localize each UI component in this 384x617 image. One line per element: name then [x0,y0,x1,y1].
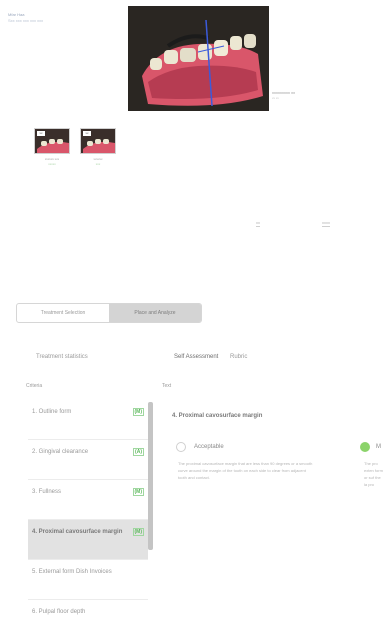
segment-treatment-selection[interactable]: Treatment Selection [17,304,109,322]
thumbnail-1[interactable]: xx [34,128,70,154]
criteria-item-name: 5. External form Dish Invoices [32,569,112,575]
criteria-detail-title: 4. Proximal cavosurface margin [172,413,263,419]
small-link-2[interactable]: xxxx [322,220,330,227]
thumbnail-2-badge: xx [83,131,91,136]
text-column-header: Text [162,383,172,389]
criteria-item[interactable]: 2. Gingival clearance (A) [28,440,148,480]
tooth-model-render [128,6,269,111]
criteria-item-name: 6. Pulpal floor depth [32,609,86,615]
thumbnail-1-caption: xxxxxx xxx [44,157,60,161]
thumbnail-2-caption-sub: xxx [95,162,101,166]
other-description: The pro exten form or suf the la pro [364,461,383,487]
thumbnail-1-badge: xx [37,131,45,136]
criteria-scrollbar[interactable] [148,402,153,550]
acceptable-radio-label: Acceptable [194,444,224,450]
other-radio-label: M [376,444,381,450]
acceptable-description: The proximal cavosurface margin that are… [178,461,313,480]
criteria-item-name: 1. Outline form [32,409,72,415]
criteria-item-name: 3. Fullness [32,489,62,495]
criteria-item[interactable]: 6. Pulpal floor depth [28,600,148,617]
mode-segmented-control: Treatment Selection Place and Analyze [16,303,202,323]
3d-tooth-viewer[interactable] [128,6,269,111]
header-link-title[interactable]: Mfar Haa [8,12,88,17]
tab-self-assessment[interactable]: Self Assessment [174,354,218,360]
criteria-item-name: 2. Gingival clearance [32,449,89,455]
header-link[interactable]: Mfar Haa Sxx xxx xxx xxx xxx [8,12,88,23]
segment-place-and-analyze[interactable]: Place and Analyze [109,304,201,322]
criteria-list: 1. Outline form (M) 2. Gingival clearanc… [28,400,148,617]
criteria-item-name: 4. Proximal cavosurface margin [32,529,123,535]
tab-treatment-statistics[interactable]: Treatment statistics [36,354,88,360]
criteria-item-grade: (M) [132,408,144,416]
criteria-item[interactable]: 1. Outline form (M) [28,400,148,440]
criteria-item[interactable]: 3. Fullness (M) [28,480,148,520]
tab-bar: Treatment statistics Self Assessment Rub… [0,354,384,368]
criteria-item-selected[interactable]: 4. Proximal cavosurface margin (M) [28,520,148,560]
criteria-item-grade: (M) [132,528,144,536]
viewer-side-sublabel: xx xx [272,96,279,100]
criteria-column-header: Criteria [26,383,43,389]
small-link-1[interactable]: xx [256,220,260,227]
thumbnail-2[interactable]: xx [80,128,116,154]
tab-rubric[interactable]: Rubric [230,354,247,360]
criteria-item-grade: (A) [133,448,144,456]
acceptable-radio[interactable] [176,442,186,452]
criteria-item[interactable]: 5. External form Dish Invoices [28,560,148,600]
other-radio-selected[interactable] [360,442,370,452]
header-link-subtitle: Sxx xxx xxx xxx xxx [8,18,44,23]
thumbnail-2-caption: xxxxxx [93,157,103,161]
viewer-side-label: xxxxxxxxx xx [272,90,296,95]
thumbnail-1-caption-sub: xxxxx [48,162,56,166]
criteria-item-grade: (M) [132,488,144,496]
